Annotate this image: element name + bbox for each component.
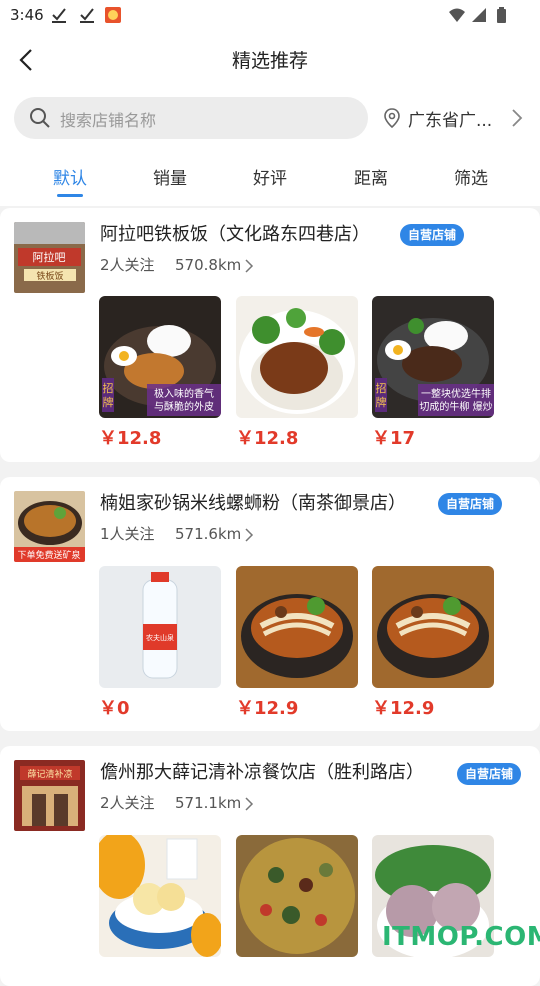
store-distance: 571.6km xyxy=(175,525,242,543)
product-item[interactable]: ￥12.9 xyxy=(236,566,358,720)
store-logo: 阿拉吧 铁板饭 xyxy=(14,222,85,293)
product-price: ￥12.9 xyxy=(236,698,299,719)
tab-label: 好评 xyxy=(253,169,287,189)
product-image xyxy=(236,296,358,418)
tab-label: 销量 xyxy=(153,169,187,189)
store-logo-text: 阿拉吧 xyxy=(33,250,66,264)
battery-icon xyxy=(497,7,506,23)
tab-label: 默认 xyxy=(53,169,87,189)
chevron-right-icon xyxy=(245,528,254,542)
store-distance: 571.1km xyxy=(175,794,242,812)
page-title: 精选推荐 xyxy=(231,50,308,72)
self-operated-badge: 自营店铺 xyxy=(457,763,522,785)
product-image xyxy=(372,566,494,688)
product-price: ￥12.9 xyxy=(372,698,435,719)
app-notification-icon xyxy=(105,7,121,23)
tab-filter[interactable]: 筛选 xyxy=(436,164,506,189)
product-image: 招牌 一整块优选牛排 切成的牛柳 爆炒 xyxy=(372,296,494,418)
tab-default[interactable]: 默认 xyxy=(35,164,105,197)
store-logo: 下单免费送矿泉 xyxy=(14,491,85,562)
status-bar: 3:46 xyxy=(0,0,540,32)
chevron-right-icon xyxy=(245,259,254,273)
watermark-text: ITMOP.COM xyxy=(382,922,540,952)
status-time: 3:46 xyxy=(10,6,44,24)
product-image-text: 农夫山泉 xyxy=(146,633,174,642)
product-item[interactable]: 招牌 极入味的香气 与酥脆的外皮 ￥12.8 xyxy=(99,296,221,450)
location-selector[interactable]: 广东省广... xyxy=(382,102,532,134)
product-image-text: 招 xyxy=(376,381,387,395)
tab-label: 筛选 xyxy=(454,169,488,189)
store-logo-text: 铁板饭 xyxy=(36,270,63,282)
product-image: 招牌 极入味的香气 与酥脆的外皮 xyxy=(99,296,221,418)
search-row: 搜索店铺名称 广东省广... xyxy=(0,88,540,148)
product-price: ￥0 xyxy=(99,698,130,719)
store-name: 儋州那大薛记清补凉餐饮店（胜利路店） xyxy=(100,762,424,783)
tab-distance[interactable]: 距离 xyxy=(336,164,406,189)
search-input[interactable]: 搜索店铺名称 xyxy=(14,97,368,139)
follower-count: 2人关注 xyxy=(100,256,155,274)
store-name: 楠姐家砂锅米线螺蛳粉（南茶御景店） xyxy=(100,493,406,514)
wifi-icon xyxy=(449,8,465,22)
product-image xyxy=(236,835,358,957)
product-item[interactable] xyxy=(99,835,221,963)
product-image xyxy=(99,835,221,957)
product-image-text: 与酥脆的外皮 xyxy=(154,400,214,413)
store-distance: 570.8km xyxy=(175,256,242,274)
check-download-icon xyxy=(52,8,66,23)
location-label: 广东省广... xyxy=(408,111,493,131)
app-bar: 精选推荐 xyxy=(0,32,540,88)
chevron-right-icon xyxy=(245,797,254,811)
follower-count: 2人关注 xyxy=(100,794,155,812)
product-image xyxy=(236,566,358,688)
product-item[interactable]: ￥12.8 xyxy=(236,296,358,450)
product-item[interactable]: 招牌 一整块优选牛排 切成的牛柳 爆炒 ￥17 xyxy=(372,296,494,450)
product-image-text: 牌 xyxy=(376,395,387,409)
product-item[interactable]: 农夫山泉 ￥0 xyxy=(99,566,221,720)
tab-rating[interactable]: 好评 xyxy=(235,164,305,189)
product-image: 农夫山泉 xyxy=(99,566,221,688)
chevron-right-icon xyxy=(512,109,523,127)
store-logo-text: 薛记清补凉 xyxy=(27,768,72,780)
tab-underline xyxy=(57,194,83,197)
signal-icon xyxy=(472,8,486,22)
check-download-icon xyxy=(80,8,94,23)
product-image-text: 极入味的香气 xyxy=(154,387,214,400)
location-pin-icon xyxy=(384,108,400,128)
product-image-text: 招 xyxy=(103,381,114,395)
self-operated-badge: 自营店铺 xyxy=(400,224,465,246)
store-logo: 薛记清补凉 xyxy=(14,760,85,831)
search-icon xyxy=(30,108,50,128)
product-price: ￥12.8 xyxy=(236,428,299,449)
product-item[interactable] xyxy=(236,835,358,963)
store-logo-text: 下单免费送矿泉 xyxy=(17,549,80,561)
self-operated-badge: 自营店铺 xyxy=(438,493,503,515)
product-price: ￥12.8 xyxy=(99,428,162,449)
product-image-text: 一整块优选牛排 xyxy=(421,387,491,400)
product-image-text: 牌 xyxy=(103,395,114,409)
store-card[interactable]: 下单免费送矿泉 楠姐家砂锅米线螺蛳粉（南茶御景店） 自营店铺 1人关注 571.… xyxy=(0,477,540,731)
product-image-text: 切成的牛柳 爆炒 xyxy=(419,400,492,413)
store-card[interactable]: 阿拉吧铁板饭 阿拉吧铁板饭（文化路东四巷店） 自营店铺 2人关注 570.8km… xyxy=(0,208,540,462)
tab-label: 距离 xyxy=(354,169,388,189)
product-item[interactable]: ￥12.9 xyxy=(372,566,494,720)
sort-tabs: 默认 销量 好评 距离 筛选 xyxy=(0,148,540,206)
tab-sales[interactable]: 销量 xyxy=(135,164,205,189)
follower-count: 1人关注 xyxy=(100,525,155,543)
search-placeholder: 搜索店铺名称 xyxy=(60,111,157,130)
store-name: 阿拉吧铁板饭（文化路东四巷店） xyxy=(100,224,370,245)
product-price: ￥17 xyxy=(372,428,416,449)
